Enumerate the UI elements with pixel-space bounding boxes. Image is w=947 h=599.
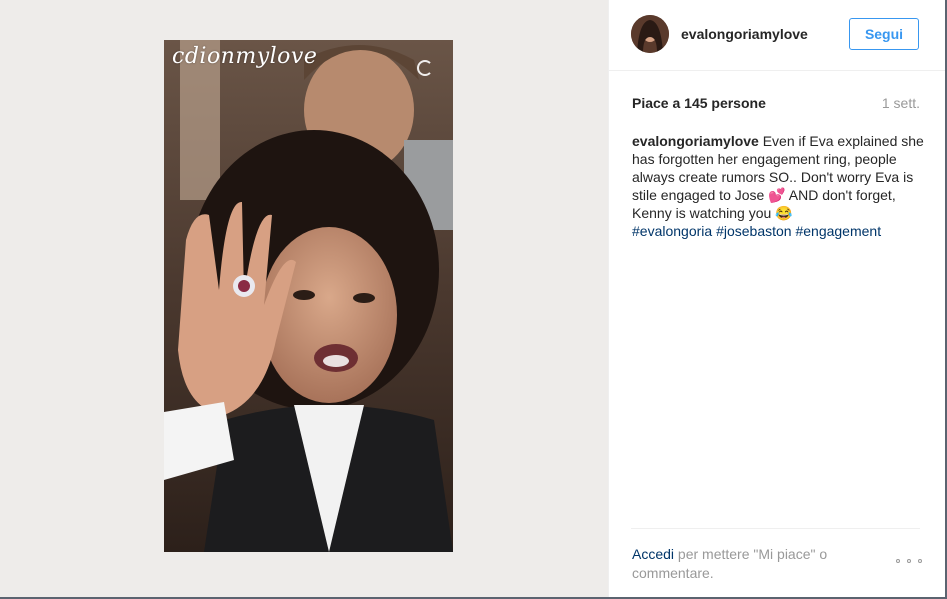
post-timestamp[interactable]: 1 sett. [882,95,920,111]
post-window: cdionmylove evalongoriamylove Segui Piac… [0,0,945,597]
hashtag-link[interactable]: #evalongoria [632,223,712,239]
login-link[interactable]: Accedi [632,546,674,562]
login-prompt: Accedi per mettere "Mi piace" o commenta… [632,545,862,583]
hashtag-link[interactable]: #josebaston [716,223,792,239]
more-options-icon[interactable] [896,556,922,566]
photo-illustration [164,40,453,552]
post-photo[interactable]: cdionmylove [164,40,453,552]
follow-button[interactable]: Segui [849,18,919,50]
dot-icon [896,559,900,563]
loading-spinner-icon [417,60,433,76]
post-sidebar: evalongoriamylove Segui Piace a 145 pers… [608,0,945,597]
post-header: evalongoriamylove Segui [609,0,945,71]
photo-watermark: cdionmylove [172,44,318,69]
footer-divider [631,528,920,529]
media-pane: cdionmylove [0,0,608,597]
likes-count[interactable]: Piace a 145 persone [632,95,766,111]
caption-username[interactable]: evalongoriamylove [632,133,759,149]
dot-icon [907,559,911,563]
dot-icon [918,559,922,563]
hashtag-link[interactable]: #engagement [795,223,881,239]
username-link[interactable]: evalongoriamylove [681,26,808,42]
post-caption: evalongoriamylove Even if Eva explained … [632,132,924,240]
avatar-image [631,15,669,53]
avatar[interactable] [631,15,669,53]
